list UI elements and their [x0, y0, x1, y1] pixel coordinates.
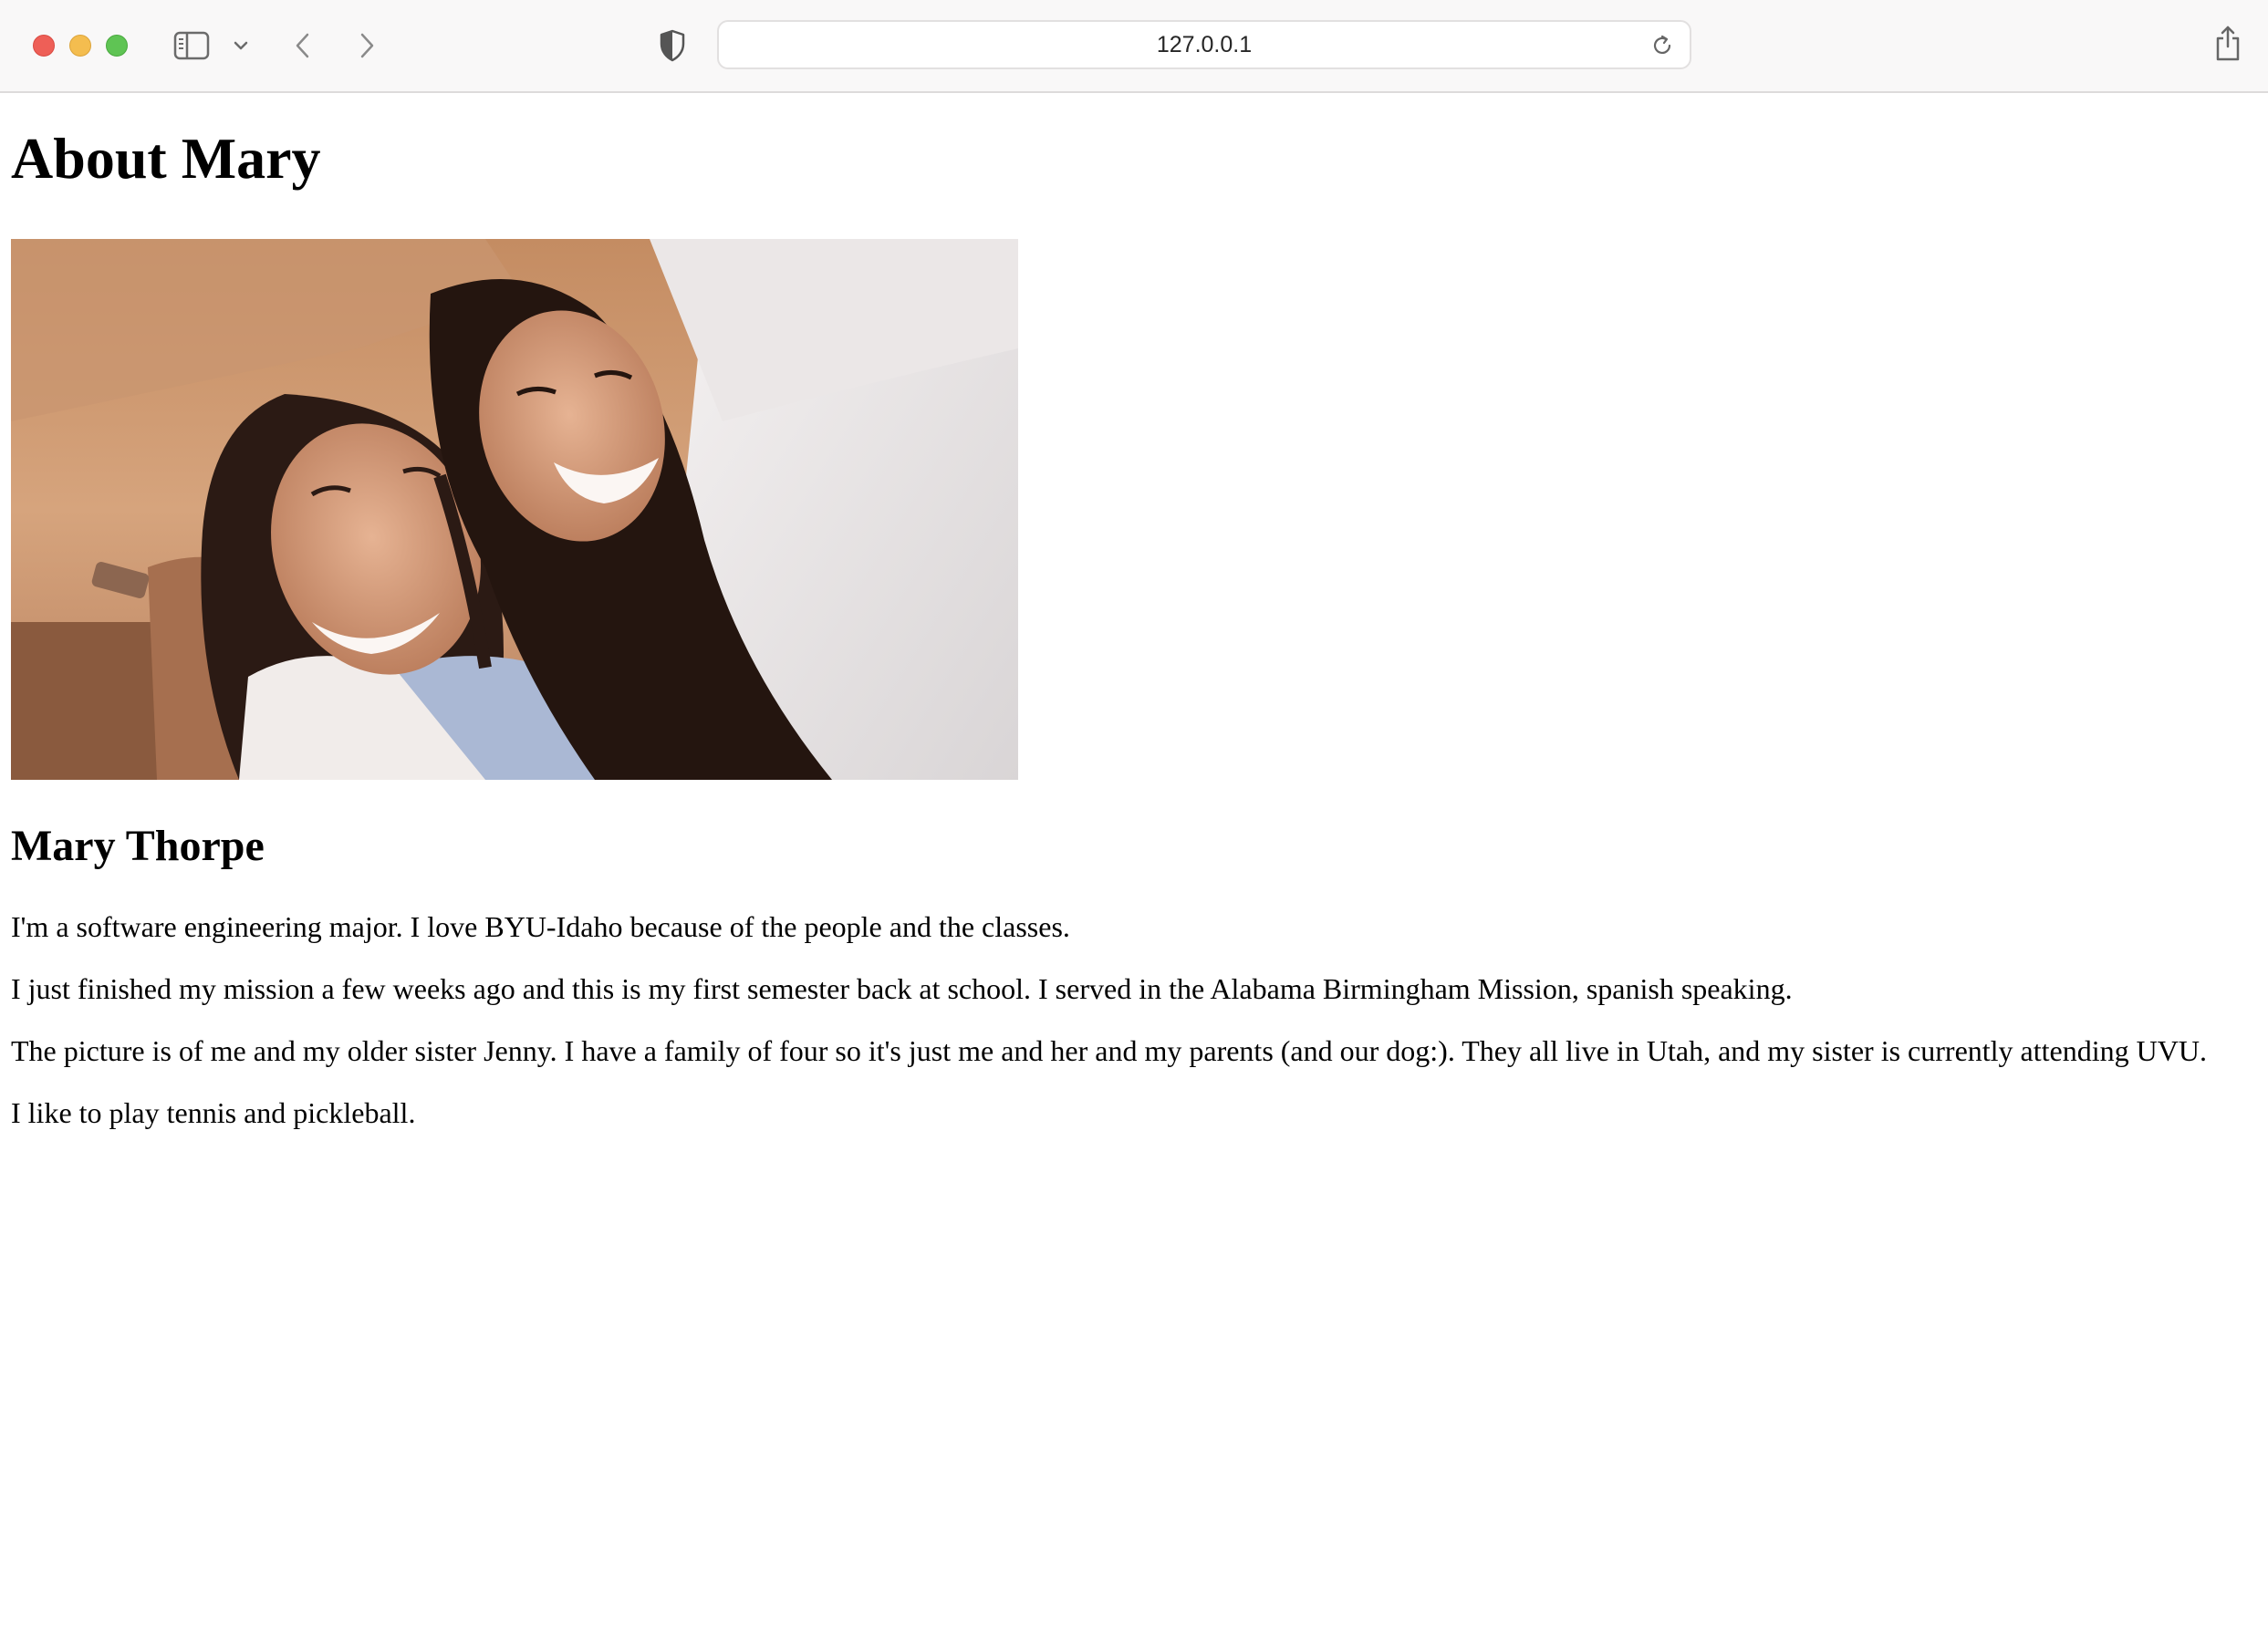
close-window-button[interactable] — [33, 35, 55, 57]
sisters-photo — [11, 239, 1018, 780]
shield-icon[interactable] — [657, 27, 688, 64]
url-text[interactable]: 127.0.0.1 — [719, 22, 1690, 67]
mission-paragraph: I just finished my mission a few weeks a… — [11, 972, 1793, 1005]
minimize-window-button[interactable] — [69, 35, 91, 57]
sidebar-icon[interactable] — [172, 29, 212, 62]
address-bar[interactable]: 127.0.0.1 — [717, 20, 1691, 69]
share-icon[interactable] — [2211, 22, 2244, 66]
hobbies-paragraph: I like to play tennis and pickleball. — [11, 1096, 416, 1129]
chevron-right-icon[interactable] — [352, 27, 381, 64]
browser-toolbar: 127.0.0.1 — [0, 0, 2268, 93]
page-title: About Mary — [11, 126, 321, 191]
chevron-down-icon[interactable] — [228, 33, 254, 58]
chevron-left-icon[interactable] — [288, 27, 317, 64]
family-paragraph: The picture is of me and my older sister… — [11, 1034, 2207, 1067]
bio-paragraph: I'm a software engineering major. I love… — [11, 910, 1070, 943]
person-name: Mary Thorpe — [11, 822, 265, 870]
zoom-window-button[interactable] — [106, 35, 128, 57]
reload-icon[interactable] — [1649, 33, 1675, 58]
